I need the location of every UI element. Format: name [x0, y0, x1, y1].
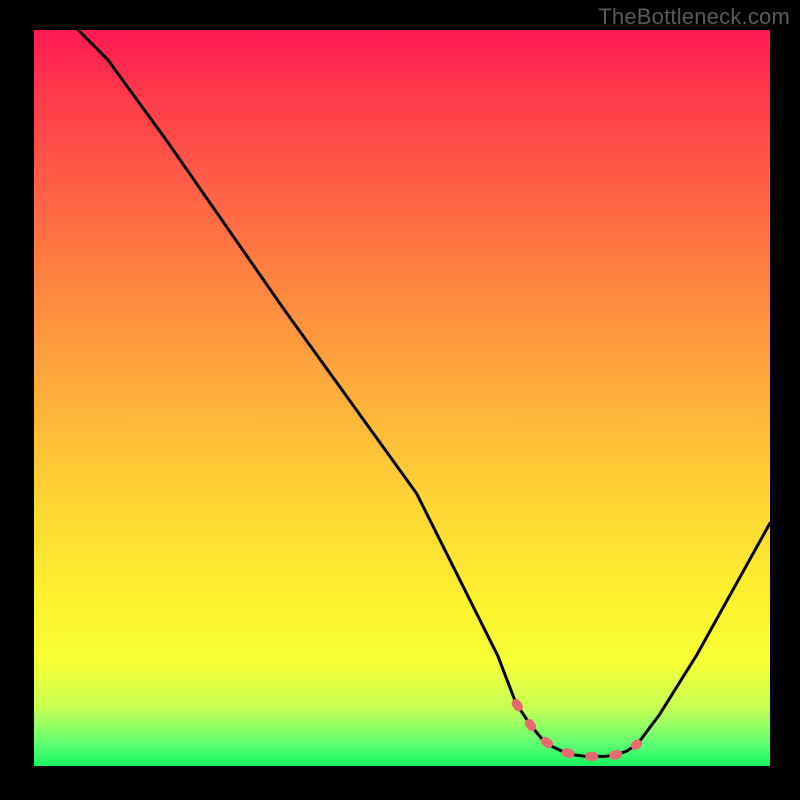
- plot-area: [34, 30, 770, 766]
- curve-layer: [78, 30, 770, 756]
- plot-svg: [34, 30, 770, 766]
- main-curve: [78, 30, 770, 756]
- highlight-dots: [516, 703, 637, 756]
- highlight-segment: [516, 703, 637, 756]
- watermark-text: TheBottleneck.com: [598, 4, 790, 30]
- chart-frame: TheBottleneck.com: [0, 0, 800, 800]
